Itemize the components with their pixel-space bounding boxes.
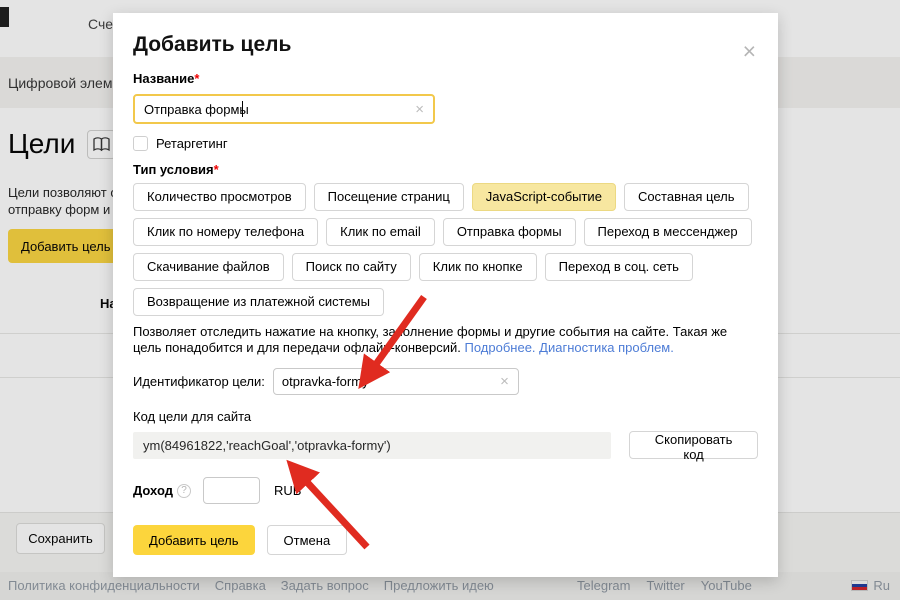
condition-type-chips: Количество просмотров Посещение страниц …	[133, 183, 758, 316]
add-goal-modal: Добавить цель × Название* × Ретаргетинг …	[113, 13, 778, 577]
retargeting-label: Ретаргетинг	[156, 136, 228, 151]
identifier-row: Идентификатор цели: ×	[133, 368, 758, 395]
identifier-input[interactable]	[282, 369, 482, 394]
condition-chip-messenger[interactable]: Переход в мессенджер	[584, 218, 752, 246]
revenue-input[interactable]	[203, 477, 260, 504]
condition-description: Позволяет отследить нажатие на кнопку, з…	[133, 324, 755, 356]
required-mark: *	[214, 162, 219, 177]
clear-identifier-icon[interactable]: ×	[500, 373, 509, 390]
condition-chip-file-download[interactable]: Скачивание файлов	[133, 253, 284, 281]
copy-code-button[interactable]: Скопировать код	[629, 431, 758, 459]
screen: Сче Цифровой элеме Цели Цели позволяют о…	[0, 0, 900, 600]
condition-chip-email-click[interactable]: Клик по email	[326, 218, 435, 246]
chips-row: Скачивание файлов Поиск по сайту Клик по…	[133, 253, 758, 281]
required-mark: *	[194, 71, 199, 86]
condition-chip-button-click[interactable]: Клик по кнопке	[419, 253, 537, 281]
modal-title: Добавить цель	[133, 33, 758, 57]
condition-chip-composite-goal[interactable]: Составная цель	[624, 183, 749, 211]
revenue-row: Доход ? RUB	[133, 477, 758, 504]
cancel-button[interactable]: Отмена	[267, 525, 348, 555]
condition-chip-javascript-event[interactable]: JavaScript-событие	[472, 183, 616, 211]
code-row: ym(84961822,'reachGoal','otpravka-formy'…	[133, 431, 758, 459]
text-caret	[242, 101, 243, 117]
condition-chip-page-visits[interactable]: Посещение страниц	[314, 183, 464, 211]
name-field-label: Название*	[133, 71, 758, 86]
chips-row: Количество просмотров Посещение страниц …	[133, 183, 758, 211]
clear-name-icon[interactable]: ×	[415, 101, 424, 118]
code-label: Код цели для сайта	[133, 409, 758, 424]
chips-row: Возвращение из платежной системы	[133, 288, 758, 316]
chips-row: Клик по номеру телефона Клик по email От…	[133, 218, 758, 246]
condition-chip-payment-return[interactable]: Возвращение из платежной системы	[133, 288, 384, 316]
goal-name-input-wrap: ×	[133, 94, 435, 124]
close-icon[interactable]: ×	[743, 41, 756, 61]
condition-chip-site-search[interactable]: Поиск по сайту	[292, 253, 411, 281]
identifier-label: Идентификатор цели:	[133, 374, 265, 389]
retargeting-checkbox[interactable]	[133, 136, 148, 151]
condition-chip-social-network[interactable]: Переход в соц. сеть	[545, 253, 693, 281]
info-icon[interactable]: ?	[177, 484, 191, 498]
goal-code-box: ym(84961822,'reachGoal','otpravka-formy'…	[133, 432, 611, 459]
condition-chip-form-submit[interactable]: Отправка формы	[443, 218, 576, 246]
condition-type-label: Тип условия*	[133, 162, 758, 177]
retargeting-row: Ретаргетинг	[133, 136, 758, 151]
currency-label: RUB	[274, 483, 301, 498]
link-diagnostics[interactable]: Диагностика проблем.	[539, 340, 674, 355]
link-more[interactable]: Подробнее.	[465, 340, 536, 355]
condition-chip-phone-click[interactable]: Клик по номеру телефона	[133, 218, 318, 246]
condition-chip-pageviews[interactable]: Количество просмотров	[133, 183, 306, 211]
revenue-label: Доход	[133, 483, 173, 498]
goal-name-input[interactable]	[144, 96, 394, 122]
submit-add-goal-button[interactable]: Добавить цель	[133, 525, 255, 555]
modal-actions: Добавить цель Отмена	[133, 525, 758, 555]
identifier-input-wrap: ×	[273, 368, 519, 395]
